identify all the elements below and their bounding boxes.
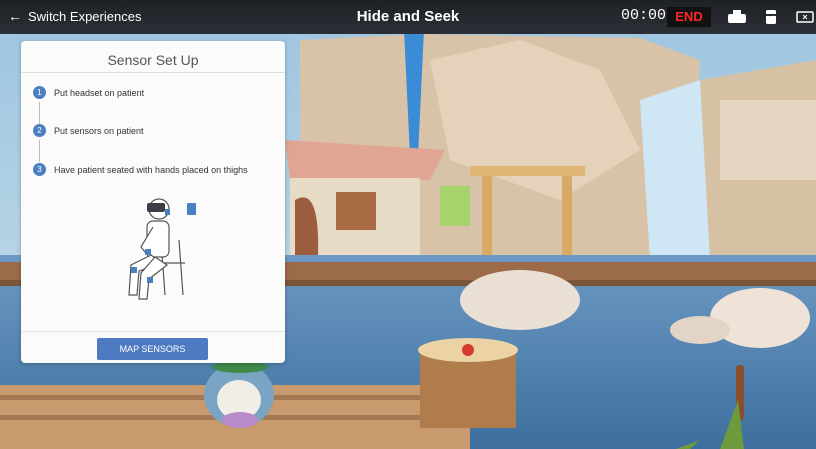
top-bar: ← Switch Experiences Hide and Seek 00:00… (0, 0, 816, 34)
step-1: 1 Put headset on patient (33, 86, 144, 99)
screen-cast-icon[interactable] (794, 7, 816, 27)
panel-title: Sensor Set Up (107, 52, 199, 68)
seated-patient-illustration (128, 198, 196, 300)
step-2: 2 Put sensors on patient (33, 124, 144, 137)
divider (21, 72, 285, 73)
session-timer: 00:00 (621, 7, 667, 24)
step-number: 2 (33, 124, 46, 137)
end-button[interactable]: END (667, 7, 711, 27)
step-connector (39, 140, 40, 162)
step-number: 3 (33, 163, 46, 176)
step-number: 1 (33, 86, 46, 99)
headset-icon[interactable] (726, 7, 748, 27)
divider (21, 331, 285, 332)
sensor-icon[interactable] (760, 7, 782, 27)
step-3: 3 Have patient seated with hands placed … (33, 163, 248, 176)
sensor-setup-panel: Sensor Set Up 1 Put headset on patient 2… (21, 41, 285, 363)
step-text: Have patient seated with hands placed on… (54, 164, 248, 175)
step-text: Put sensors on patient (54, 125, 144, 136)
map-sensors-button[interactable]: MAP SENSORS (97, 338, 208, 360)
step-text: Put headset on patient (54, 87, 145, 98)
step-connector (39, 102, 40, 124)
